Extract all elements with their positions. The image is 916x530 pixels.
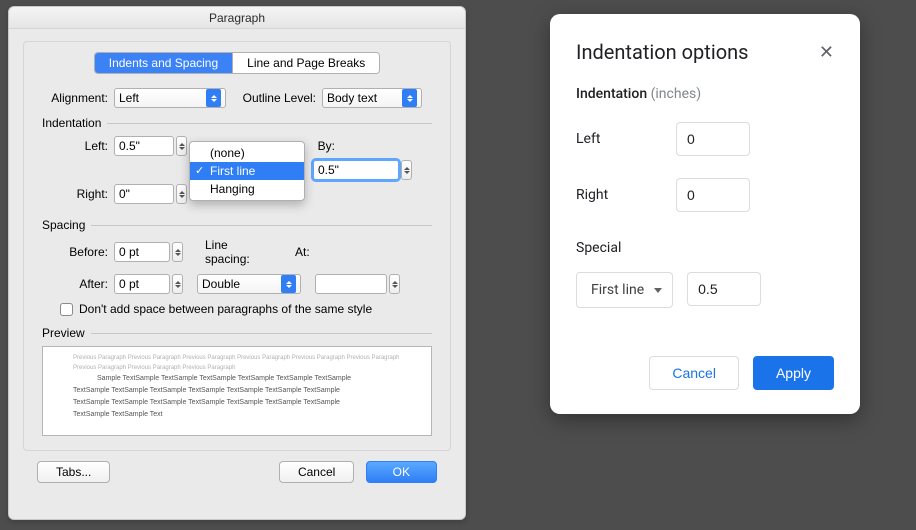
g-special-label: Special	[576, 240, 834, 256]
dialog-title: Indentation options	[576, 40, 748, 64]
window-title: Paragraph	[9, 7, 465, 29]
at-stepper[interactable]	[389, 274, 400, 294]
g-left-label: Left	[576, 131, 676, 147]
mac-paragraph-dialog: Paragraph Indents and Spacing Line and P…	[8, 6, 466, 520]
g-special-input[interactable]	[687, 272, 761, 306]
close-icon[interactable]: ✕	[819, 42, 834, 63]
g-right-label: Right	[576, 187, 676, 203]
indent-right-stepper[interactable]	[176, 184, 187, 204]
ok-button[interactable]: OK	[366, 461, 437, 483]
indentation-sublabel: Indentation (inches)	[576, 86, 834, 102]
segmented-control: Indents and Spacing Line and Page Breaks	[94, 52, 381, 74]
indent-left-input[interactable]	[114, 136, 174, 156]
before-stepper[interactable]	[172, 242, 183, 262]
dialog-body: Indents and Spacing Line and Page Breaks…	[9, 29, 465, 493]
alignment-value: Left	[119, 91, 139, 105]
outline-select[interactable]: Body text	[322, 88, 422, 108]
chevron-down-icon	[654, 288, 662, 293]
g-special-select[interactable]: First line	[576, 272, 673, 308]
by-input[interactable]	[313, 160, 399, 180]
indent-left-label: Left:	[42, 139, 114, 153]
before-label: Before:	[42, 245, 114, 259]
same-style-checkbox[interactable]	[60, 303, 73, 316]
g-apply-button[interactable]: Apply	[753, 356, 834, 390]
indent-right-input[interactable]	[114, 184, 174, 204]
outline-label: Outline Level:	[226, 91, 322, 105]
dialog-footer: Tabs... Cancel OK	[23, 451, 451, 483]
same-style-checkbox-label: Don't add space between paragraphs of th…	[79, 302, 372, 316]
special-dropdown-open: (none) First line Hanging	[189, 141, 305, 201]
cancel-button[interactable]: Cancel	[279, 461, 354, 483]
g-special-value: First line	[591, 282, 644, 298]
at-input[interactable]	[315, 274, 387, 294]
outline-value: Body text	[327, 91, 377, 105]
tab-line-page-breaks[interactable]: Line and Page Breaks	[233, 53, 379, 73]
indent-right-label: Right:	[42, 187, 114, 201]
indentation-section-title: Indentation	[42, 116, 432, 130]
special-option-none[interactable]: (none)	[190, 144, 304, 162]
after-input[interactable]	[114, 274, 170, 294]
google-indentation-dialog: Indentation options ✕ Indentation (inche…	[550, 14, 860, 414]
alignment-label: Alignment:	[42, 91, 114, 105]
inner-panel: Indents and Spacing Line and Page Breaks…	[23, 41, 451, 451]
chevron-updown-icon	[402, 89, 417, 107]
line-spacing-label: Line spacing:	[183, 238, 271, 266]
preview-section-title: Preview	[42, 326, 432, 340]
g-right-input[interactable]	[676, 178, 750, 212]
preview-box: Previous Paragraph Previous Paragraph Pr…	[42, 346, 432, 436]
indent-left-stepper[interactable]	[176, 136, 187, 156]
line-spacing-value: Double	[202, 277, 240, 291]
g-left-input[interactable]	[676, 122, 750, 156]
special-option-firstline[interactable]: First line	[190, 162, 304, 180]
after-stepper[interactable]	[172, 274, 183, 294]
special-option-hanging[interactable]: Hanging	[190, 180, 304, 198]
spacing-section-title: Spacing	[42, 218, 432, 232]
g-cancel-button[interactable]: Cancel	[649, 356, 739, 390]
tab-indents-spacing[interactable]: Indents and Spacing	[95, 53, 232, 73]
after-label: After:	[42, 277, 114, 291]
tabs-button[interactable]: Tabs...	[37, 461, 110, 483]
by-stepper[interactable]	[401, 160, 412, 180]
alignment-select[interactable]: Left	[114, 88, 226, 108]
chevron-updown-icon	[206, 89, 221, 107]
chevron-updown-icon	[281, 275, 296, 293]
line-spacing-select[interactable]: Double	[197, 274, 301, 294]
at-label: At:	[271, 245, 331, 259]
by-label: By:	[313, 139, 341, 153]
before-input[interactable]	[114, 242, 170, 262]
